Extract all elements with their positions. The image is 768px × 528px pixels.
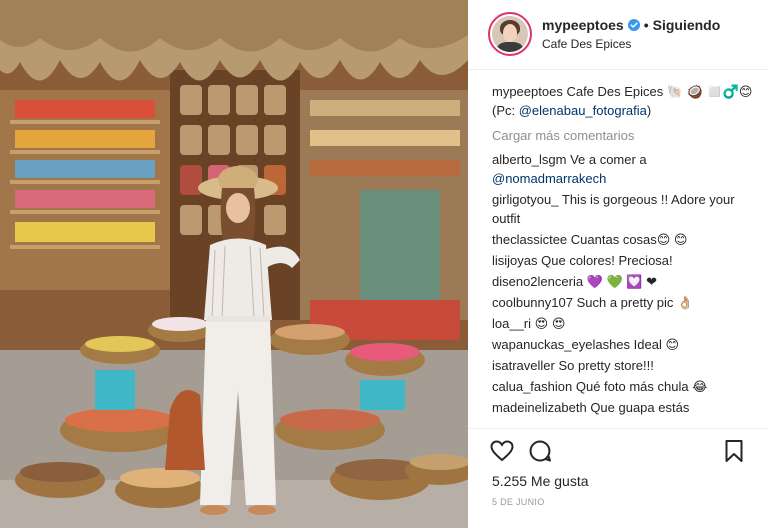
bookmark-icon[interactable] bbox=[722, 439, 746, 463]
comment-item: loa__ri 😍 😍 bbox=[492, 314, 754, 333]
caption-username[interactable]: mypeeptoes bbox=[492, 84, 563, 99]
comment-text: Ideal 😊 bbox=[633, 337, 680, 352]
caption-text: Cafe Des Epices 🐚 🥥 ◻️♂️😊 bbox=[566, 84, 753, 99]
likes-count[interactable]: 5.255 Me gusta bbox=[492, 473, 589, 489]
comment-text: Que guapa estás bbox=[590, 400, 690, 415]
comment-item: coolbunny107 Such a pretty pic 👌🏼 bbox=[492, 293, 754, 312]
comment-item: alberto_lsgm Ve a comer a @nomadmarrakec… bbox=[492, 150, 754, 188]
comment-item: theclassictee Cuantas cosas😊 😊 bbox=[492, 230, 754, 249]
photo-illustration bbox=[0, 0, 468, 528]
comment-text: Ve a comer a bbox=[570, 152, 647, 167]
comment-item: isatraveller So pretty store!!! bbox=[492, 356, 754, 375]
caption-credit-suffix: ) bbox=[646, 103, 652, 118]
separator-dot: • bbox=[643, 17, 649, 33]
comment-text: 💜 💚 💟 ❤ bbox=[586, 274, 657, 289]
verified-badge-icon bbox=[627, 19, 640, 31]
location-link[interactable]: Cafe Des Epices bbox=[542, 37, 631, 51]
comment-username[interactable]: calua_fashion bbox=[492, 379, 572, 394]
comment-username[interactable]: lisijoyas bbox=[492, 253, 538, 268]
post-header: mypeeptoes • Siguiendo Cafe Des Epices bbox=[468, 0, 768, 70]
comment-text: Que colores! Preciosa! bbox=[541, 253, 673, 268]
heart-icon[interactable] bbox=[490, 439, 514, 463]
avatar-image bbox=[492, 16, 528, 52]
header-username-row: mypeeptoes • Siguiendo bbox=[542, 17, 720, 33]
comment-username[interactable]: wapanuckas_eyelashes bbox=[492, 337, 630, 352]
comment-username[interactable]: theclassictee bbox=[492, 232, 567, 247]
load-more-comments-button[interactable]: Cargar más comentarios bbox=[492, 126, 754, 145]
caption: mypeeptoes Cafe Des Epices 🐚 🥥 ◻️♂️😊 (Pc… bbox=[492, 82, 754, 120]
post-photo[interactable] bbox=[0, 0, 468, 528]
comment-text: Such a pretty pic 👌🏼 bbox=[576, 295, 694, 310]
comment-username[interactable]: isatraveller bbox=[492, 358, 555, 373]
comment-text: So pretty store!!! bbox=[558, 358, 654, 373]
post-actions-bar: 5.255 Me gusta 5 DE JUNIO bbox=[468, 428, 768, 528]
username-link[interactable]: mypeeptoes bbox=[542, 17, 624, 33]
comment-username[interactable]: coolbunny107 bbox=[492, 295, 573, 310]
comment-username[interactable]: loa__ri bbox=[492, 316, 531, 331]
comment-item: calua_fashion Qué foto más chula 😂 bbox=[492, 377, 754, 396]
comment-username[interactable]: madeinelizabeth bbox=[492, 400, 587, 415]
post-sidebar: mypeeptoes • Siguiendo Cafe Des Epices m… bbox=[468, 0, 768, 528]
comment-username[interactable]: diseno2lenceria bbox=[492, 274, 583, 289]
caption-credit-link[interactable]: @elenabau_fotografia bbox=[519, 103, 647, 118]
comment-text: Qué foto más chula 😂 bbox=[575, 379, 708, 394]
comment-item: madeinelizabeth Que guapa estás bbox=[492, 398, 754, 417]
comment-item: diseno2lenceria 💜 💚 💟 ❤ bbox=[492, 272, 754, 291]
follow-status-button[interactable]: Siguiendo bbox=[653, 17, 721, 33]
comment-mention-link[interactable]: @nomadmarrakech bbox=[492, 171, 606, 186]
caption-credit-prefix: (Pc: bbox=[492, 103, 519, 118]
comment-item: lisijoyas Que colores! Preciosa! bbox=[492, 251, 754, 270]
comment-icon[interactable] bbox=[528, 439, 552, 463]
comment-text: Cuantas cosas😊 😊 bbox=[570, 232, 688, 247]
comment-username[interactable]: alberto_lsgm bbox=[492, 152, 566, 167]
comment-item: girligotyou_ This is gorgeous !! Adore y… bbox=[492, 190, 754, 228]
avatar[interactable] bbox=[488, 12, 532, 56]
post-date[interactable]: 5 DE JUNIO bbox=[492, 497, 545, 507]
comments-list: mypeeptoes Cafe Des Epices 🐚 🥥 ◻️♂️😊 (Pc… bbox=[492, 82, 754, 419]
comment-item: wapanuckas_eyelashes Ideal 😊 bbox=[492, 335, 754, 354]
comment-username[interactable]: girligotyou_ bbox=[492, 192, 559, 207]
comment-text: 😍 😍 bbox=[534, 316, 566, 331]
